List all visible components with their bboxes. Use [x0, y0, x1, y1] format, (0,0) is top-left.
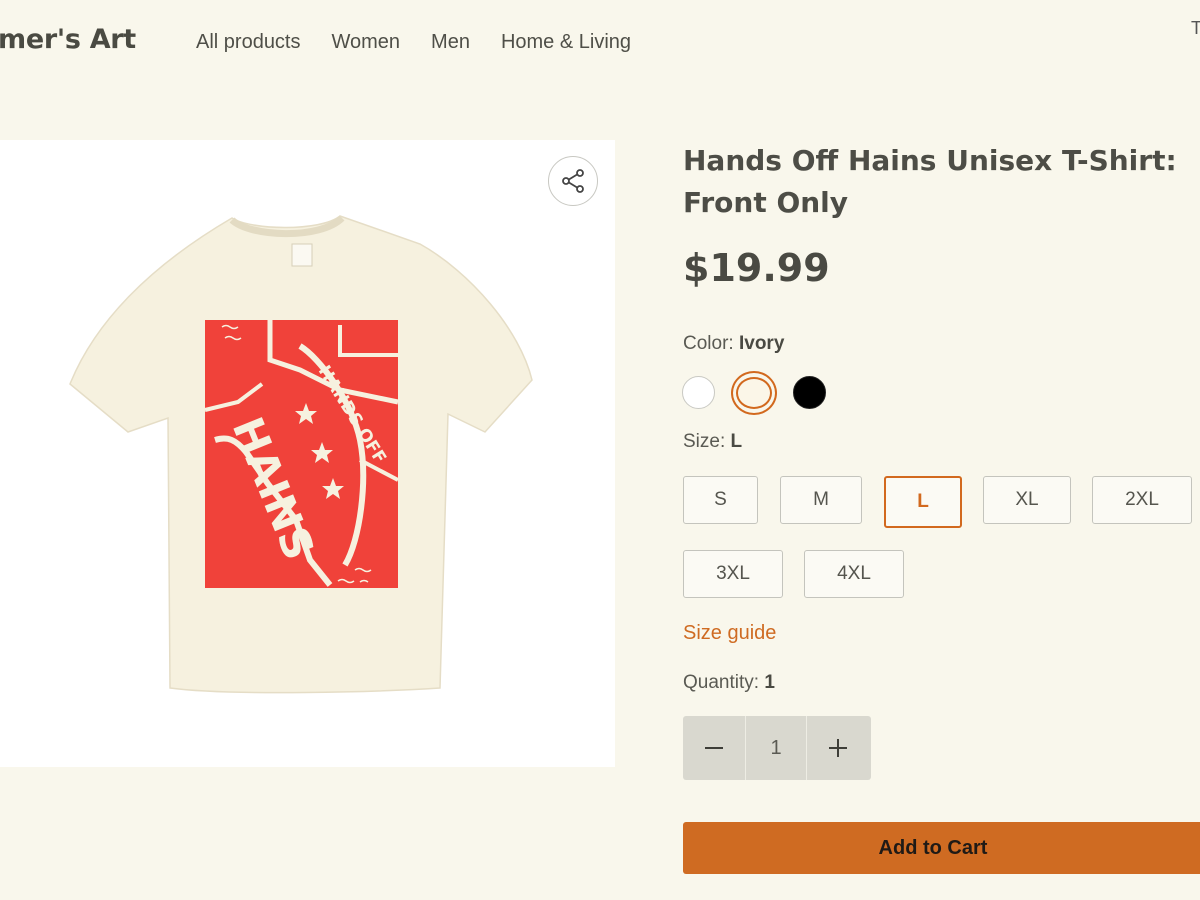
size-option-m[interactable]: M	[780, 476, 862, 524]
tshirt-image: HAINS HANDS OFF	[69, 215, 533, 694]
add-to-cart-button[interactable]: Add to Cart	[683, 822, 1200, 874]
color-swatch-white[interactable]	[682, 376, 715, 409]
product-price: $19.99	[683, 246, 830, 290]
brand-name[interactable]: mer's Art	[0, 24, 136, 55]
quantity-stepper: 1	[683, 716, 871, 780]
size-option-xl[interactable]: XL	[983, 476, 1071, 524]
product-title: Hands Off Hains Unisex T-Shirt: Front On…	[683, 144, 1177, 219]
size-option-2xl[interactable]: 2XL	[1092, 476, 1192, 524]
size-option-4xl[interactable]: 4XL	[804, 550, 904, 598]
size-label-row: Size: L	[683, 431, 742, 453]
color-label-row: Color: Ivory	[683, 333, 784, 355]
quantity-input[interactable]: 1	[745, 716, 807, 780]
quantity-increase-button[interactable]	[807, 716, 869, 780]
size-option-3xl[interactable]: 3XL	[683, 550, 783, 598]
color-label: Color:	[683, 333, 734, 354]
nav-home-living[interactable]: Home & Living	[501, 31, 631, 54]
nav-men[interactable]: Men	[431, 31, 470, 54]
share-icon	[562, 169, 584, 193]
main-nav: All products Women Men Home & Living	[196, 31, 631, 54]
size-option-l[interactable]: L	[884, 476, 962, 528]
size-guide-link[interactable]: Size guide	[683, 622, 776, 645]
nav-all-products[interactable]: All products	[196, 31, 301, 54]
header-right-mark: T	[1191, 18, 1200, 38]
size-option-s[interactable]: S	[683, 476, 758, 524]
quantity-label-value: 1	[764, 672, 775, 693]
minus-icon	[705, 747, 723, 749]
color-swatch-black[interactable]	[793, 376, 826, 409]
size-label: Size:	[683, 431, 726, 452]
nav-women[interactable]: Women	[332, 31, 401, 54]
quantity-label: Quantity:	[683, 672, 760, 693]
color-swatch-ivory[interactable]	[731, 371, 777, 415]
product-image: HAINS HANDS OFF	[0, 140, 615, 767]
plus-icon	[829, 739, 847, 757]
quantity-label-row: Quantity: 1	[683, 672, 775, 694]
color-selected: Ivory	[738, 333, 785, 354]
size-selected: L	[730, 431, 743, 452]
share-button[interactable]	[548, 156, 598, 206]
quantity-decrease-button[interactable]	[683, 716, 745, 780]
